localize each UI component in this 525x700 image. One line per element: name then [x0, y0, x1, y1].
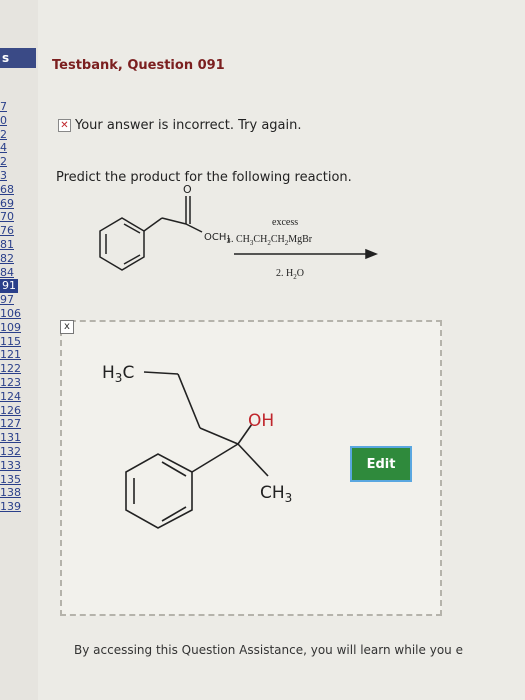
sidebar-item-question[interactable]: 0	[0, 114, 7, 128]
sidebar-item-question[interactable]: 84	[0, 266, 14, 280]
sidebar-item-question[interactable]: 135	[0, 473, 21, 487]
sidebar-item-question[interactable]: 2	[0, 128, 7, 142]
sidebar-item-question[interactable]: 126	[0, 404, 21, 418]
sidebar-item-question[interactable]: 2	[0, 155, 7, 169]
sidebar-item-question[interactable]: 121	[0, 348, 21, 362]
sidebar-item-question[interactable]: 4	[0, 141, 7, 155]
feedback-text: Your answer is incorrect. Try again.	[75, 118, 302, 133]
main-panel: Testbank, Question 091 ✕ Your answer is i…	[38, 0, 525, 700]
sidebar-item-question[interactable]: 124	[0, 390, 21, 404]
carbonyl-oxygen: O	[183, 183, 192, 196]
sidebar-item-question[interactable]: 133	[0, 459, 21, 473]
sidebar-item-question[interactable]: 91	[0, 279, 18, 294]
reagent-1: 1. CH3CH2CH2MgBr	[226, 234, 313, 247]
sidebar-item-question[interactable]: 115	[0, 335, 21, 349]
feedback-message: ✕ Your answer is incorrect. Try again.	[58, 118, 302, 133]
sidebar-item-question[interactable]: 81	[0, 238, 14, 252]
h3c-label: H3C	[102, 363, 134, 385]
sidebar-item-question[interactable]: 7	[0, 100, 7, 114]
sidebar-tab[interactable]: s	[0, 48, 36, 68]
footer-text: By accessing this Question Assistance, y…	[74, 643, 463, 657]
sidebar-item-question[interactable]: 131	[0, 431, 21, 445]
sidebar-item-question[interactable]: 122	[0, 362, 21, 376]
sidebar-item-question[interactable]: 68	[0, 183, 14, 197]
reagent-2: 2. H2O	[276, 268, 304, 281]
sidebar-item-question[interactable]: 69	[0, 197, 14, 211]
ch3-label: CH3	[260, 483, 292, 505]
edit-button[interactable]: Edit	[350, 446, 412, 482]
sidebar-item-question[interactable]: 123	[0, 376, 21, 390]
oh-label: OH	[248, 411, 274, 431]
reaction-arrow	[234, 248, 379, 260]
close-icon[interactable]: x	[60, 320, 74, 334]
sidebar-item-question[interactable]: 70	[0, 210, 14, 224]
sidebar-item-question[interactable]: 76	[0, 224, 14, 238]
sidebar-item-question[interactable]: 106	[0, 307, 21, 321]
reaction-scheme: O OCH3 excess 1. CH3CH2CH2MgBr 2. H2O	[99, 183, 379, 281]
sidebar-item-question[interactable]: 127	[0, 417, 21, 431]
page-title: Testbank, Question 091	[52, 58, 225, 73]
sidebar-item-question[interactable]: 97	[0, 293, 14, 307]
sidebar-item-question[interactable]: 82	[0, 252, 14, 266]
sidebar-item-question[interactable]: 138	[0, 486, 21, 500]
sidebar-item-question[interactable]: 132	[0, 445, 21, 459]
answer-drawing-box[interactable]: x H3C OH CH3 Edit	[60, 320, 442, 616]
product-benzene-ring	[125, 453, 193, 529]
ester-chain	[143, 196, 203, 233]
reagent-excess: excess	[272, 217, 298, 228]
sidebar-item-question[interactable]: 109	[0, 321, 21, 335]
sidebar-item-question[interactable]: 3	[0, 169, 7, 183]
sidebar-item-question[interactable]: 139	[0, 500, 21, 514]
question-list-sidebar: s 7 0 2 4 2 3 68 69 70 76 81 82 84 91 97 106 109 115 121 12…	[0, 0, 39, 700]
x-icon: ✕	[58, 119, 71, 132]
benzene-ring	[99, 217, 145, 271]
